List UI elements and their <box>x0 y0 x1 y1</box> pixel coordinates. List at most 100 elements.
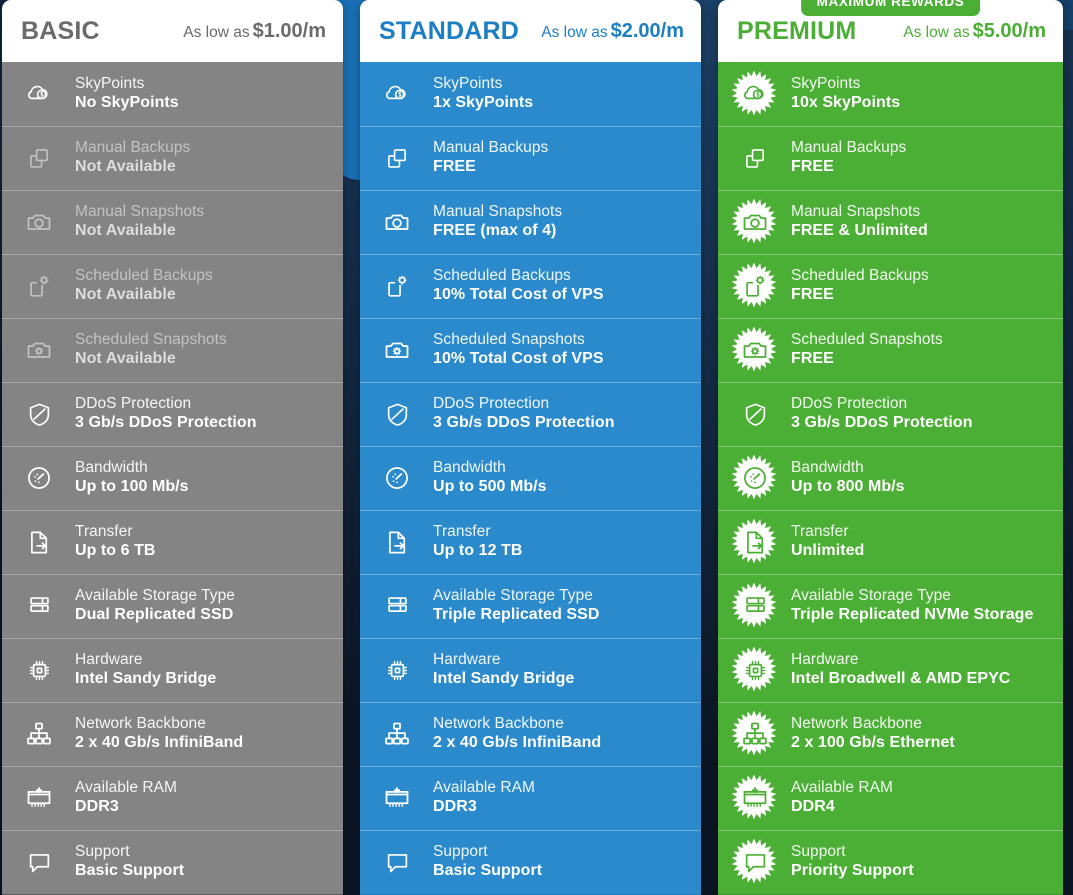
feature-text: Support Basic Support <box>75 843 184 881</box>
feature-row: Manual Backups FREE <box>360 126 701 190</box>
feature-row: Available Storage Type Triple Replicated… <box>360 574 701 638</box>
price-amount: $2.00/m <box>610 19 684 42</box>
scheduled-backups-icon <box>16 263 62 309</box>
transfer-icon-glyph <box>742 529 769 556</box>
feature-text: Hardware Intel Sandy Bridge <box>75 651 216 689</box>
scheduled-backups-icon-glyph <box>742 273 769 300</box>
feature-value: 3 Gb/s DDoS Protection <box>791 414 973 432</box>
feature-value: FREE <box>791 286 834 304</box>
feature-row: Available RAM DDR3 <box>360 766 701 830</box>
ram-icon-glyph <box>25 784 53 812</box>
feature-row: Hardware Intel Sandy Bridge <box>360 638 701 702</box>
feature-row: Scheduled Backups FREE <box>718 254 1063 318</box>
feature-label: Manual Backups <box>75 138 191 156</box>
feature-text: Available Storage Type Dual Replicated S… <box>75 587 235 625</box>
storage-icon <box>374 583 420 629</box>
feature-text: Manual Backups FREE <box>433 139 548 177</box>
feature-value: Priority Support <box>791 862 914 880</box>
feature-value: Intel Sandy Bridge <box>433 670 575 688</box>
manual-backups-icon <box>732 135 778 181</box>
feature-text: Hardware Intel Sandy Bridge <box>433 651 574 689</box>
network-icon <box>731 710 778 757</box>
feature-value: 3 Gb/s DDoS Protection <box>75 414 257 432</box>
feature-value: FREE <box>791 158 834 176</box>
feature-row: Manual Backups Not Available <box>2 126 343 190</box>
scheduled-backups-icon-glyph <box>384 273 411 300</box>
support-chat-icon <box>374 839 420 885</box>
storage-icon <box>731 582 778 629</box>
feature-text: Network Backbone 2 x 100 Gb/s Ethernet <box>791 715 955 753</box>
feature-label: Hardware <box>75 650 143 668</box>
feature-list-prem: SkyPoints 10x SkyPoints Manual Backups F… <box>718 62 1063 894</box>
feature-value: FREE <box>433 158 476 176</box>
feature-text: Support Priority Support <box>791 843 914 881</box>
storage-icon-glyph <box>384 593 411 620</box>
feature-row: Available Storage Type Triple Replicated… <box>718 574 1063 638</box>
feature-row: Scheduled Backups Not Available <box>2 254 343 318</box>
feature-label: Manual Backups <box>433 138 549 156</box>
plan-price: As low as $2.00/m <box>541 20 684 43</box>
storage-icon-glyph <box>26 593 53 620</box>
feature-row: Manual Snapshots FREE (max of 4) <box>360 190 701 254</box>
feature-label: Manual Backups <box>791 138 907 156</box>
feature-value: Basic Support <box>75 862 185 880</box>
feature-label: Transfer <box>433 522 491 540</box>
scheduled-snapshots-icon-glyph <box>741 336 769 364</box>
feature-label: DDoS Protection <box>433 394 550 412</box>
skypoints-icon <box>16 71 62 117</box>
plan-price: As low as $5.00/m <box>903 20 1046 43</box>
feature-label: Scheduled Snapshots <box>75 330 227 348</box>
skypoints-icon-glyph <box>25 80 53 108</box>
feature-label: Manual Snapshots <box>791 202 921 220</box>
feature-label: DDoS Protection <box>75 394 192 412</box>
support-chat-icon-glyph <box>26 849 53 876</box>
skypoints-icon-glyph <box>741 80 769 108</box>
feature-row: Transfer Up to 12 TB <box>360 510 701 574</box>
feature-text: Available Storage Type Triple Replicated… <box>433 587 599 625</box>
feature-value: DDR3 <box>433 798 477 816</box>
feature-row: DDoS Protection 3 Gb/s DDoS Protection <box>2 382 343 446</box>
feature-row: Available Storage Type Dual Replicated S… <box>2 574 343 638</box>
feature-text: Bandwidth Up to 800 Mb/s <box>791 459 905 497</box>
plan-header-basic: BASIC As low as $1.00/m <box>2 0 343 62</box>
pricing-plan-deck: BASIC As low as $1.00/m SkyPoints No SkyP… <box>0 0 1073 895</box>
support-chat-icon <box>731 838 778 885</box>
feature-text: Transfer Up to 12 TB <box>433 523 522 561</box>
transfer-icon-glyph <box>26 529 53 556</box>
feature-value: 3 Gb/s DDoS Protection <box>433 414 615 432</box>
feature-label: Available Storage Type <box>791 586 951 604</box>
feature-text: Manual Backups FREE <box>791 139 906 177</box>
feature-text: Manual Snapshots Not Available <box>75 203 204 241</box>
feature-row: SkyPoints 1x SkyPoints <box>360 62 701 126</box>
feature-text: Scheduled Snapshots FREE <box>791 331 943 369</box>
feature-row: SkyPoints No SkyPoints <box>2 62 343 126</box>
feature-row: Scheduled Snapshots Not Available <box>2 318 343 382</box>
manual-snapshots-icon <box>374 199 420 245</box>
feature-value: 2 x 40 Gb/s InfiniBand <box>433 734 602 752</box>
feature-list-std: SkyPoints 1x SkyPoints Manual Backups FR… <box>360 62 701 894</box>
feature-label: SkyPoints <box>791 74 861 92</box>
scheduled-backups-icon <box>731 262 778 309</box>
ddos-shield-icon-glyph <box>742 401 769 428</box>
feature-row: Bandwidth Up to 800 Mb/s <box>718 446 1063 510</box>
feature-text: SkyPoints 10x SkyPoints <box>791 75 900 113</box>
feature-text: Available RAM DDR3 <box>75 779 177 817</box>
network-icon-glyph <box>741 720 769 748</box>
feature-row: Network Backbone 2 x 40 Gb/s InfiniBand <box>360 702 701 766</box>
feature-value: DDR3 <box>75 798 119 816</box>
scheduled-snapshots-icon-glyph <box>25 336 53 364</box>
feature-value: Unlimited <box>791 542 865 560</box>
network-icon <box>16 711 62 757</box>
feature-value: 10x SkyPoints <box>791 94 901 112</box>
feature-row: Support Basic Support <box>2 830 343 894</box>
feature-value: Up to 12 TB <box>433 542 523 560</box>
feature-row: Scheduled Backups 10% Total Cost of VPS <box>360 254 701 318</box>
support-chat-icon-glyph <box>384 849 411 876</box>
plan-card-std: STANDARD As low as $2.00/m SkyPoints 1x S… <box>360 0 701 895</box>
bandwidth-gauge-icon-glyph <box>741 464 769 492</box>
feature-text: Network Backbone 2 x 40 Gb/s InfiniBand <box>433 715 601 753</box>
feature-row: Manual Snapshots Not Available <box>2 190 343 254</box>
plan-name: PREMIUM <box>737 16 857 45</box>
feature-label: Hardware <box>791 650 859 668</box>
feature-text: Scheduled Snapshots Not Available <box>75 331 227 369</box>
